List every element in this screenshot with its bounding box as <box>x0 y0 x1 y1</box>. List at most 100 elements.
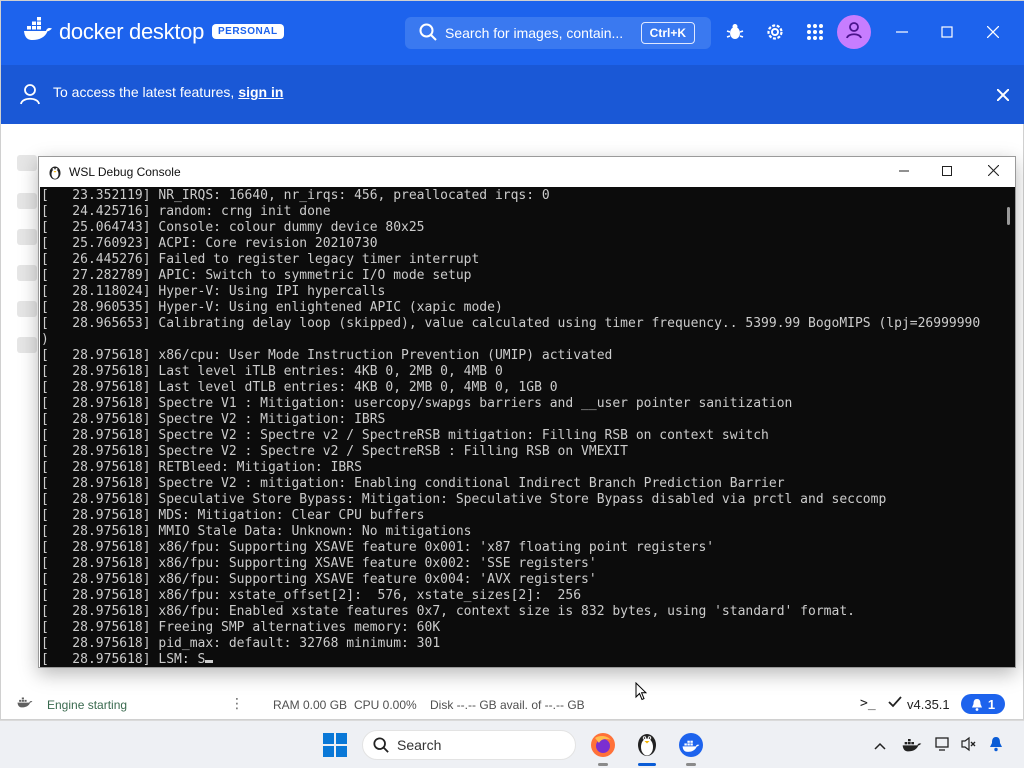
terminal-line: [ 23.352119] NR_IRQS: 16640, nr_irqs: 45… <box>41 188 550 203</box>
docker-taskbar-icon[interactable] <box>678 732 704 763</box>
taskbar-search-label: Search <box>397 737 442 753</box>
terminal-line: [ 28.975618] RETBleed: Mitigation: IBRS <box>41 460 362 475</box>
docker-logo[interactable]: docker desktop PERSONAL <box>23 17 284 46</box>
sign-in-link[interactable]: sign in <box>238 84 283 100</box>
app-name: docker desktop <box>59 18 204 44</box>
banner-text: To access the latest features, <box>53 84 235 100</box>
maximize-button[interactable] <box>934 19 960 45</box>
user-avatar[interactable] <box>837 15 871 49</box>
terminal-line: [ 28.975618] Spectre V2 : Mitigation: IB… <box>41 412 386 427</box>
penguin-icon <box>48 164 62 185</box>
taskbar-search-box[interactable]: Search <box>362 730 576 760</box>
mouse-cursor-icon <box>635 681 648 706</box>
terminal-line: [ 24.425716] random: crng init done <box>41 204 331 219</box>
scrollbar-thumb[interactable] <box>1007 207 1010 225</box>
more-options-icon[interactable]: ⋮ <box>230 695 244 712</box>
docker-whale-icon <box>17 695 33 711</box>
terminal-line: [ 28.975618] x86/fpu: Supporting XSAVE f… <box>41 556 597 571</box>
text-cursor <box>205 660 214 663</box>
disk-usage: Disk --.-- GB avail. of --.-- GB <box>430 698 585 712</box>
bug-icon[interactable] <box>724 21 746 43</box>
terminal-line: [ 25.760923] ACPI: Core revision 2021073… <box>41 236 378 251</box>
terminal-output[interactable]: [ 23.352119] NR_IRQS: 16640, nr_irqs: 45… <box>40 187 1001 667</box>
terminal-line: [ 28.975618] x86/fpu: Enabled xstate fea… <box>41 604 855 619</box>
search-placeholder: Search for images, contain... <box>445 25 624 41</box>
terminal-line: [ 26.445276] Failed to register legacy t… <box>41 252 480 267</box>
app-open-indicator <box>686 763 696 766</box>
banner-message: To access the latest features, sign in <box>53 84 283 100</box>
volume-mute-icon[interactable] <box>961 736 977 755</box>
terminal-line: [ 28.975618] x86/fpu: Supporting XSAVE f… <box>41 572 597 587</box>
sidebar-skeleton <box>17 265 37 281</box>
sidebar-skeleton <box>17 301 37 317</box>
sidebar-skeleton <box>17 155 37 171</box>
minimize-button[interactable] <box>889 19 915 45</box>
ram-usage: RAM 0.00 GB <box>273 698 348 712</box>
terminal-line: [ 28.975618] x86/cpu: User Mode Instruct… <box>41 348 613 363</box>
terminal-line: [ 28.975618] Last level dTLB entries: 4K… <box>41 380 558 395</box>
bell-icon <box>971 698 983 711</box>
terminal-line: [ 28.975618] Freeing SMP alternatives me… <box>41 620 441 635</box>
terminal-line: [ 28.975618] Last level iTLB entries: 4K… <box>41 364 503 379</box>
terminal-line: [ 27.282789] APIC: Switch to symmetric I… <box>41 268 472 283</box>
firefox-icon[interactable] <box>590 732 616 763</box>
gear-icon[interactable] <box>764 21 786 43</box>
sidebar-skeleton <box>17 229 37 245</box>
docker-whale-icon <box>23 17 53 46</box>
docker-titlebar: docker desktop PERSONAL Search for image… <box>1 1 1024 65</box>
check-icon <box>888 696 902 711</box>
terminal-line: [ 28.975618] x86/fpu: Supporting XSAVE f… <box>41 540 715 555</box>
terminal-line: ) <box>41 332 49 347</box>
terminal-line: [ 28.960535] Hyper-V: Using enlightened … <box>41 300 503 315</box>
terminal-line: [ 28.975618] LSM: S <box>41 652 1001 667</box>
terminal-line: [ 28.975618] pid_max: default: 32768 min… <box>41 636 441 651</box>
bell-icon[interactable] <box>989 736 1003 755</box>
wsl-window-title: WSL Debug Console <box>69 165 181 179</box>
global-search-input[interactable]: Search for images, contain... Ctrl+K <box>405 17 711 49</box>
cpu-usage: CPU 0.00% <box>354 698 417 712</box>
wsl-maximize-button[interactable] <box>937 163 957 181</box>
wsl-close-button[interactable] <box>983 163 1003 181</box>
wsl-minimize-button[interactable] <box>894 163 914 181</box>
terminal-line: [ 28.965653] Calibrating delay loop (ski… <box>41 316 981 331</box>
user-icon <box>844 20 864 45</box>
terminal-line: [ 28.975618] Spectre V2 : mitigation: En… <box>41 476 785 491</box>
chevron-up-icon[interactable] <box>874 737 886 753</box>
terminal-line: [ 25.064743] Console: colour dummy devic… <box>41 220 425 235</box>
terminal-line: [ 28.975618] Spectre V1 : Mitigation: us… <box>41 396 793 411</box>
terminal-line: [ 28.975618] MMIO Stale Data: Unknown: N… <box>41 524 472 539</box>
user-outline-icon <box>19 83 41 110</box>
docker-status-bar: Engine starting ⋮ RAM 0.00 GB CPU 0.00% … <box>1 691 1024 719</box>
terminal-line: [ 28.975618] Speculative Store Bypass: M… <box>41 492 887 507</box>
terminal-scrollbar[interactable] <box>1001 187 1015 667</box>
wsl-debug-console-window: WSL Debug Console [ 23.352119] NR_IRQS: … <box>38 156 1016 668</box>
windows-start-icon[interactable] <box>323 733 347 762</box>
grid-icon[interactable] <box>804 21 826 43</box>
sidebar-skeleton <box>17 193 37 209</box>
terminal-lines: [ 23.352119] NR_IRQS: 16640, nr_irqs: 45… <box>40 187 1001 667</box>
app-active-indicator <box>638 763 656 766</box>
app-open-indicator <box>598 763 608 766</box>
terminal-line: [ 28.118024] Hyper-V: Using IPI hypercal… <box>41 284 386 299</box>
terminal-line: [ 28.975618] x86/fpu: xstate_offset[2]: … <box>41 588 582 603</box>
banner-close-icon[interactable] <box>996 85 1010 106</box>
docker-whale-icon[interactable] <box>902 736 922 755</box>
close-button[interactable] <box>980 19 1006 45</box>
sidebar-skeleton <box>17 337 37 353</box>
search-shortcut-badge: Ctrl+K <box>640 22 695 44</box>
network-icon[interactable] <box>935 736 951 755</box>
terminal-line: [ 28.975618] Spectre V2 : Spectre v2 / S… <box>41 444 628 459</box>
engine-status[interactable]: Engine starting <box>47 698 127 712</box>
taskbar: Search <box>0 720 1024 768</box>
sign-in-banner: To access the latest features, sign in <box>1 65 1024 124</box>
search-icon <box>373 737 389 753</box>
plan-badge: PERSONAL <box>212 24 284 39</box>
terminal-line: [ 28.975618] MDS: Mitigation: Clear CPU … <box>41 508 425 523</box>
terminal-icon[interactable]: >_ <box>860 696 876 711</box>
penguin-icon[interactable] <box>636 730 658 760</box>
version-label: v4.35.1 <box>907 697 950 712</box>
wsl-titlebar: WSL Debug Console <box>39 157 1015 187</box>
terminal-line: [ 28.975618] Spectre V2 : Spectre v2 / S… <box>41 428 769 443</box>
search-icon <box>419 23 437 44</box>
notifications-button[interactable]: 1 <box>961 694 1005 714</box>
